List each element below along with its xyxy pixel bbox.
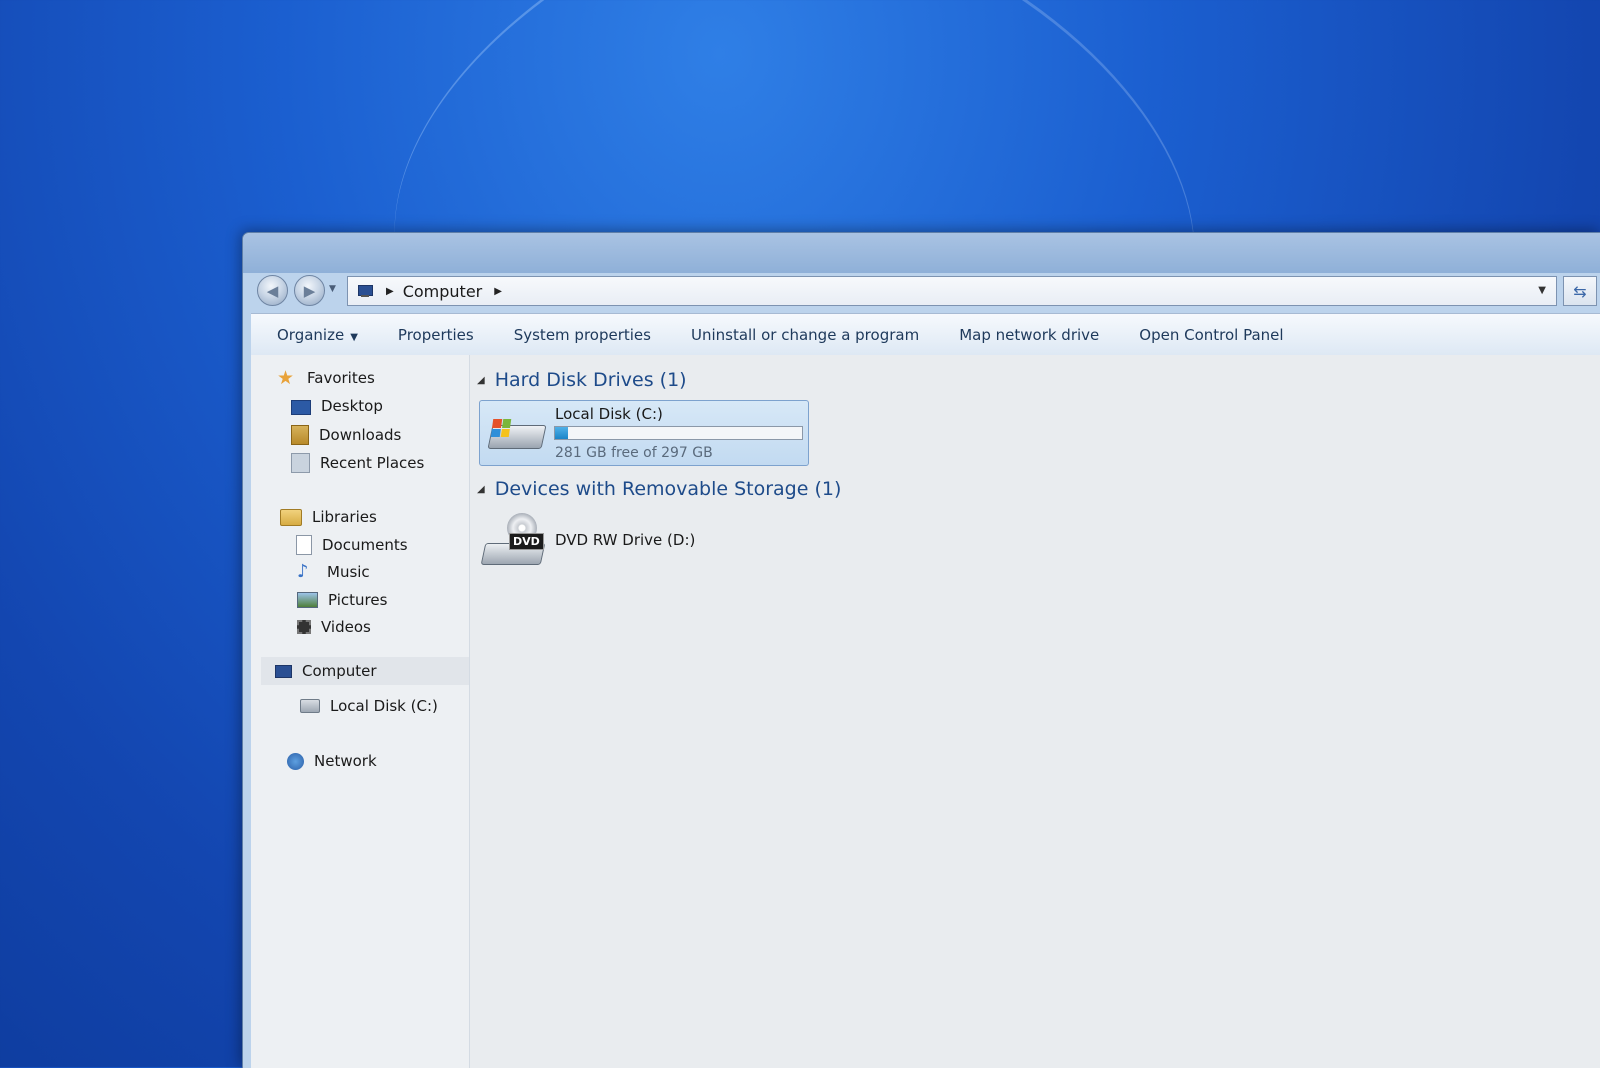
system-properties-button[interactable]: System properties <box>514 326 651 344</box>
organize-label: Organize <box>277 326 345 344</box>
network-icon <box>287 752 304 770</box>
chevron-right-icon[interactable]: ▶ <box>386 286 394 297</box>
nav-item-local-disk[interactable]: Local Disk (C:) <box>300 697 438 715</box>
refresh-button[interactable]: ⇆ <box>1563 276 1597 306</box>
properties-button[interactable]: Properties <box>398 326 474 344</box>
nav-item-label: Documents <box>322 536 408 554</box>
nav-item-music[interactable]: ♪ Music <box>297 561 370 582</box>
drive-tile-local-disk-c[interactable]: Local Disk (C:) 281 GB free of 297 GB <box>479 400 809 466</box>
nav-computer-label: Computer <box>302 662 377 680</box>
libraries-icon <box>280 508 302 526</box>
nav-item-desktop[interactable]: Desktop <box>291 397 383 415</box>
title-bar[interactable] <box>243 233 1600 273</box>
forward-button[interactable]: ▶ <box>294 275 325 306</box>
refresh-icon: ⇆ <box>1573 281 1587 301</box>
videos-icon <box>297 620 311 634</box>
chevron-down-icon: ▼ <box>350 332 358 343</box>
content-area: ★ Favorites Desktop Downloads Recent Pla… <box>251 355 1600 1068</box>
nav-item-label: Local Disk (C:) <box>330 697 438 715</box>
nav-item-label: Pictures <box>328 591 388 609</box>
organize-button[interactable]: Organize ▼ <box>277 326 358 344</box>
computer-icon <box>356 284 374 298</box>
back-arrow-icon: ◀ <box>266 281 279 300</box>
disk-usage-fill <box>555 427 569 439</box>
breadcrumb-computer[interactable]: Computer <box>403 282 483 301</box>
drive-tile-dvd-rw-d[interactable]: DVD DVD RW Drive (D:) <box>479 513 739 573</box>
nav-computer[interactable]: Computer <box>261 657 469 685</box>
nav-favorites-label: Favorites <box>307 369 375 387</box>
nav-item-label: Desktop <box>321 397 383 415</box>
group-title: Hard Disk Drives (1) <box>494 369 687 391</box>
recent-places-icon <box>291 453 310 473</box>
nav-item-label: Recent Places <box>320 454 425 472</box>
recent-pages-dropdown[interactable]: ▼ <box>329 284 336 294</box>
explorer-window: ◀ ▶ ▼ ▶ Computer ▶ ▼ ⇆ Organize ▼ Propert… <box>242 232 1600 1068</box>
nav-network-label: Network <box>314 752 377 770</box>
collapse-triangle-icon[interactable]: ◢ <box>477 484 485 495</box>
nav-item-label: Videos <box>321 618 371 636</box>
music-icon: ♪ <box>297 561 309 582</box>
dvd-drive-icon: DVD <box>480 513 546 573</box>
command-bar: Organize ▼ Properties System properties U… <box>251 313 1600 357</box>
uninstall-program-button[interactable]: Uninstall or change a program <box>691 326 919 344</box>
nav-favorites[interactable]: ★ Favorites <box>277 367 375 389</box>
nav-item-pictures[interactable]: Pictures <box>297 591 387 609</box>
drive-name: DVD RW Drive (D:) <box>555 531 696 549</box>
back-button[interactable]: ◀ <box>257 275 288 306</box>
open-control-panel-button[interactable]: Open Control Panel <box>1139 326 1283 344</box>
group-header-removable-storage[interactable]: ◢ Devices with Removable Storage (1) <box>477 478 841 500</box>
forward-arrow-icon: ▶ <box>303 281 316 300</box>
disk-usage-bar <box>554 426 803 440</box>
nav-libraries-label: Libraries <box>312 508 377 526</box>
computer-icon <box>275 664 292 678</box>
address-bar[interactable]: ▶ Computer ▶ ▼ <box>347 276 1557 306</box>
nav-item-videos[interactable]: Videos <box>297 618 371 636</box>
nav-network[interactable]: Network <box>287 752 377 770</box>
star-icon: ★ <box>277 367 295 389</box>
file-list-pane: ◢ Hard Disk Drives (1) Local Disk (C:) 2… <box>469 355 1600 1068</box>
hard-disk-icon <box>486 415 547 455</box>
nav-item-label: Music <box>327 563 370 581</box>
group-header-hard-disk-drives[interactable]: ◢ Hard Disk Drives (1) <box>477 369 687 391</box>
map-network-drive-button[interactable]: Map network drive <box>959 326 1099 344</box>
chevron-right-icon[interactable]: ▶ <box>494 286 502 297</box>
desktop-icon <box>291 400 311 415</box>
nav-libraries[interactable]: Libraries <box>280 508 377 526</box>
dvd-icon-label: DVD <box>509 533 544 550</box>
drive-free-space: 281 GB free of 297 GB <box>555 445 713 461</box>
address-dropdown-icon[interactable]: ▼ <box>1538 285 1546 296</box>
local-disk-icon <box>300 699 320 713</box>
nav-item-downloads[interactable]: Downloads <box>291 425 401 445</box>
documents-icon <box>296 535 312 555</box>
drive-name: Local Disk (C:) <box>555 405 663 423</box>
group-title: Devices with Removable Storage (1) <box>494 478 842 500</box>
nav-item-label: Downloads <box>319 426 402 444</box>
collapse-triangle-icon[interactable]: ◢ <box>477 375 485 386</box>
navigation-pane: ★ Favorites Desktop Downloads Recent Pla… <box>251 355 470 1068</box>
nav-item-recent-places[interactable]: Recent Places <box>291 453 424 473</box>
downloads-icon <box>291 425 309 445</box>
pictures-icon <box>297 592 318 608</box>
nav-item-documents[interactable]: Documents <box>296 535 408 555</box>
